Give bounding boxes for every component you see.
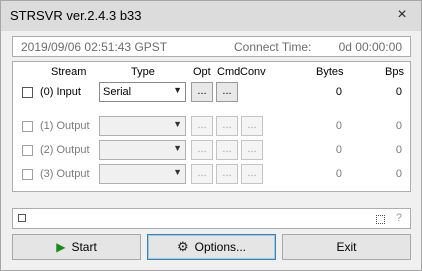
stream-2-checkbox[interactable] <box>22 145 33 156</box>
stream-1-conv-button[interactable]: ... <box>241 116 263 136</box>
stream-3-opt-button[interactable]: ... <box>191 164 213 184</box>
stream-2-bytes: 0 <box>335 144 342 156</box>
header-opt: Opt <box>193 66 211 78</box>
window-title: STRSVR ver.2.4.3 b33 <box>10 8 142 23</box>
header-conv: Conv <box>240 66 266 78</box>
chevron-down-icon: ▼ <box>173 119 182 129</box>
header-bytes: Bytes <box>316 66 344 78</box>
stream-0-cmd-button[interactable]: ... <box>216 82 238 102</box>
stream-0-bps: 0 <box>395 86 402 98</box>
time-panel: 2019/09/06 02:51:43 GPST Connect Time: 0… <box>12 36 411 57</box>
header-bps: Bps <box>385 66 404 78</box>
header-type: Type <box>131 66 155 78</box>
strsvr-window: STRSVR ver.2.4.3 b33 × 2019/09/06 02:51:… <box>0 0 422 271</box>
trace-icon[interactable] <box>376 215 385 224</box>
stream-0-checkbox[interactable] <box>22 87 33 98</box>
start-button[interactable]: ▶ Start <box>12 234 141 260</box>
header-cmd: Cmd <box>217 66 241 78</box>
chevron-down-icon: ▼ <box>173 85 182 95</box>
exit-button-label: Exit <box>336 240 357 254</box>
stream-3-conv-button[interactable]: ... <box>241 164 263 184</box>
streams-panel: Stream Type Opt Cmd Conv Bytes Bps (0) I… <box>12 61 411 192</box>
stream-2-opt-button[interactable]: ... <box>191 140 213 160</box>
stream-1-bytes: 0 <box>335 120 342 132</box>
connect-time-label: Connect Time: <box>234 40 312 54</box>
stream-3-type-select[interactable]: ▼ <box>99 164 186 184</box>
stream-2-conv-button[interactable]: ... <box>241 140 263 160</box>
title-bar: STRSVR ver.2.4.3 b33 × <box>1 1 421 31</box>
timestamp: 2019/09/06 02:51:43 GPST <box>21 40 168 54</box>
stream-1-label: (1) Output <box>40 120 90 132</box>
stream-0-type-value: Serial <box>103 86 132 98</box>
stream-2-type-select[interactable]: ▼ <box>99 140 186 160</box>
stream-3-cmd-button[interactable]: ... <box>216 164 238 184</box>
exit-button[interactable]: Exit <box>282 234 411 260</box>
gear-icon: ⚙ <box>176 239 189 254</box>
close-icon[interactable]: × <box>391 5 413 25</box>
header-stream: Stream <box>51 66 87 78</box>
stream-3-label: (3) Output <box>40 168 90 180</box>
chevron-down-icon: ▼ <box>173 143 182 153</box>
help-icon[interactable]: ? <box>396 212 402 224</box>
stream-0-bytes: 0 <box>335 86 342 98</box>
chevron-down-icon: ▼ <box>173 167 182 177</box>
stream-3-bytes: 0 <box>335 168 342 180</box>
stream-3-checkbox[interactable] <box>22 169 33 180</box>
play-icon: ▶ <box>56 240 66 254</box>
message-panel: ? <box>12 208 411 229</box>
stream-2-label: (2) Output <box>40 144 90 156</box>
stream-1-opt-button[interactable]: ... <box>191 116 213 136</box>
stream-1-type-select[interactable]: ▼ <box>99 116 186 136</box>
stream-1-bps: 0 <box>395 120 402 132</box>
stream-0-type-select[interactable]: Serial ▼ <box>99 82 186 102</box>
stream-2-bps: 0 <box>395 144 402 156</box>
stream-1-cmd-button[interactable]: ... <box>216 116 238 136</box>
stream-0-label: (0) Input <box>40 86 81 98</box>
message-indicator-icon <box>18 214 26 222</box>
stream-3-bps: 0 <box>395 168 402 180</box>
options-button-label: Options... <box>194 240 246 254</box>
start-button-label: Start <box>71 240 97 254</box>
options-button[interactable]: ⚙ Options... <box>147 234 276 260</box>
stream-2-cmd-button[interactable]: ... <box>216 140 238 160</box>
stream-1-checkbox[interactable] <box>22 121 33 132</box>
stream-0-opt-button[interactable]: ... <box>191 82 213 102</box>
connect-time-value: 0d 00:00:00 <box>338 40 402 54</box>
